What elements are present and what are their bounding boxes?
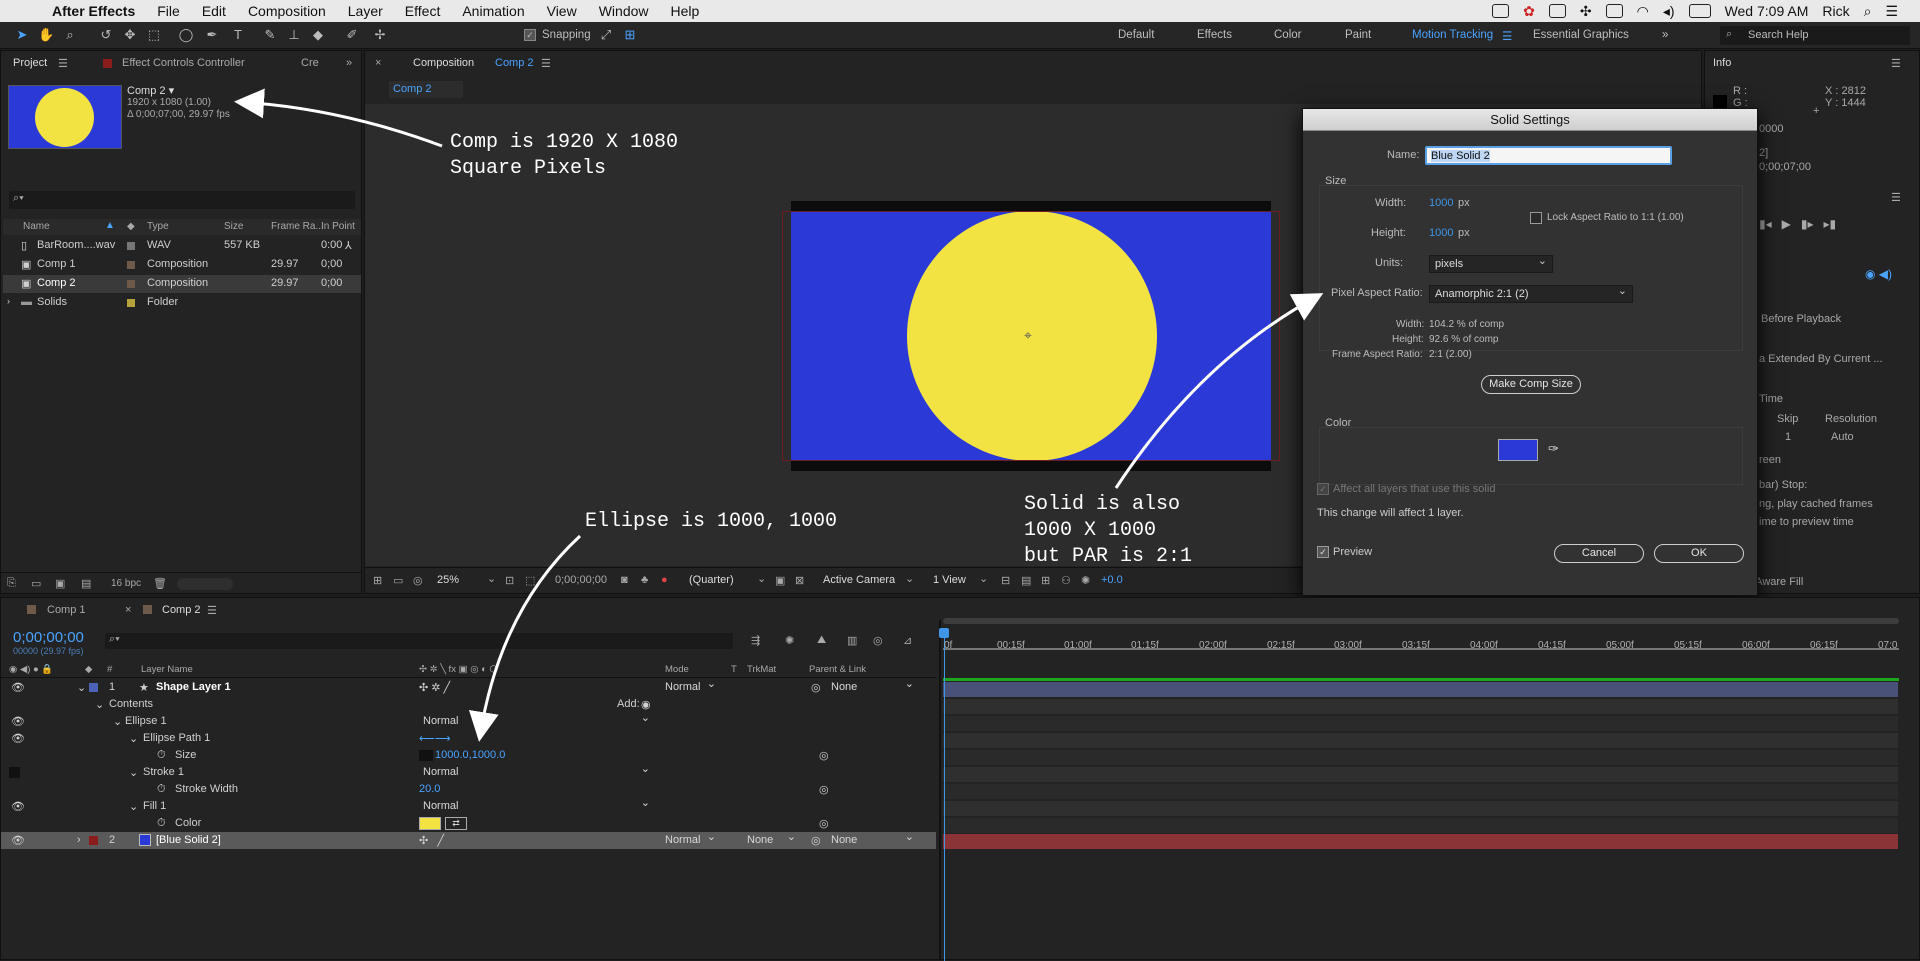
arrow-to-par <box>1114 293 1324 489</box>
arrow-to-comp-info <box>234 88 443 148</box>
annotation-ellipse: Ellipse is 1000, 1000 <box>585 510 838 533</box>
annotation-solid: Solid is also 1000 X 1000 but PAR is 2:1 <box>1024 493 1193 568</box>
arrow-to-ellipse-size <box>468 534 582 742</box>
annotation-comp: Comp is 1920 X 1080 Square Pixels <box>450 131 679 180</box>
annotation-arrows <box>234 88 1324 742</box>
